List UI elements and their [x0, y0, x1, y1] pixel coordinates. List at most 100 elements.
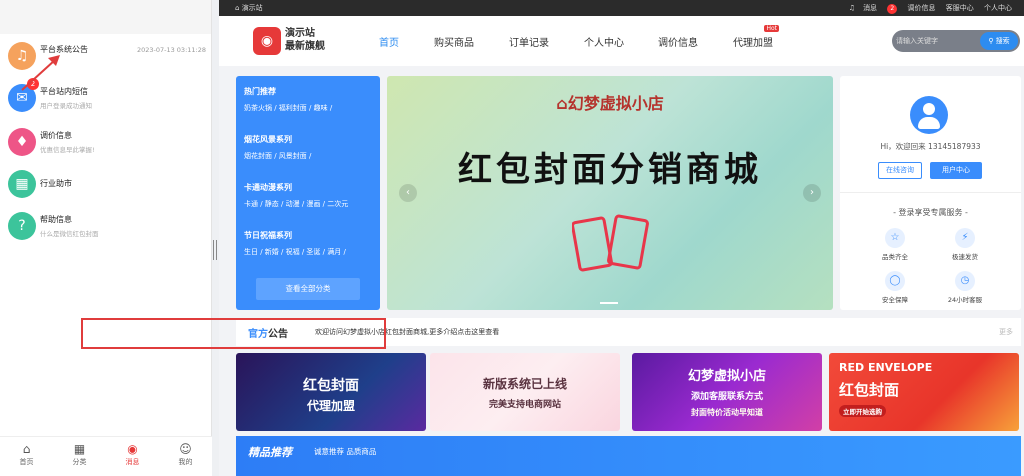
top-messages-link[interactable]: ♫ 消息 2 [841, 4, 898, 14]
search-button[interactable]: ⚲ 搜索 [980, 32, 1018, 50]
featured-subtitle: 诚意推荐 品质商品 [314, 447, 377, 456]
tab-category[interactable]: ▦ 分类 [53, 437, 106, 476]
message-title: 行业助市 [40, 179, 72, 188]
promo-line-1: 红包封面 [303, 378, 359, 394]
logo-line-2: 最新旗舰 [285, 41, 325, 52]
service-full-range[interactable]: ☆ 品类齐全 [865, 228, 925, 261]
search-button-label: 搜索 [995, 37, 1010, 45]
tab-mine[interactable]: ☺ 我的 [159, 437, 212, 476]
home-icon: ⌂ [235, 4, 240, 12]
service-security[interactable]: ◯ 安全保障 [865, 271, 925, 304]
promo-line-2: 红包封面 [839, 381, 900, 399]
tab-messages[interactable]: ◉ 消息 [106, 437, 159, 476]
panel-resize-handle[interactable] [213, 240, 217, 260]
promo-line-1: 新版系统已上线 [482, 377, 567, 391]
category-title: 卡通动漫系列 [244, 183, 292, 192]
nav-agent[interactable]: 代理加盟 Hot [733, 25, 779, 49]
category-group-hot[interactable]: 热门推荐 奶茶火锅 / 福利封面 / 趣味 / [244, 86, 332, 113]
search-icon: ⚲ [988, 37, 994, 45]
nav-buy[interactable]: 购买商品 [434, 34, 474, 49]
category-links[interactable]: 卡通 / 静态 / 动漫 / 漫画 / 二次元 [244, 199, 348, 209]
service-24h-support[interactable]: ◷ 24小时客服 [935, 271, 995, 304]
promo-customer-service[interactable]: 幻梦虚拟小店 添加客服联系方式 封面特价活动早知道 [632, 353, 822, 431]
all-categories-button[interactable]: 查看全部分类 [256, 278, 360, 300]
message-item-industry[interactable]: ▦ 行业助市 [0, 166, 212, 206]
bell-icon: ♫ [8, 42, 36, 70]
service-label: 24小时客服 [947, 296, 983, 304]
banner-prev-arrow[interactable]: ‹ [399, 184, 417, 202]
help-icon: ? [8, 212, 36, 240]
message-item-price-info[interactable]: ♦ 调价信息 优惠信息早此掌握! [0, 124, 212, 164]
red-envelope-illustration-icon [572, 214, 649, 272]
message-title: 调价信息 [40, 131, 72, 140]
home-icon: ⌂ [22, 442, 31, 456]
category-title: 节日祝福系列 [244, 231, 292, 240]
bell-icon: ♫ [848, 4, 856, 12]
category-group-festival[interactable]: 节日祝福系列 生日 / 新婚 / 祝福 / 圣诞 / 满月 / [244, 230, 346, 257]
promo-agent-join[interactable]: 红包封面 代理加盟 [236, 353, 426, 431]
banner-next-arrow[interactable]: › [803, 184, 821, 202]
services-title: - 登录享受专属服务 - [893, 208, 968, 217]
promo-line-1: RED ENVELOPE [839, 361, 933, 374]
basket-icon: ☆ [885, 228, 905, 248]
mobile-status-area [0, 0, 211, 34]
logo-text[interactable]: 演示站 最新旗舰 [285, 27, 325, 53]
message-subtitle: 什么是微信红包封面 [40, 230, 99, 238]
announcement-more-link[interactable]: 更多 [999, 327, 1013, 337]
category-icon: ▦ [73, 442, 86, 456]
message-title: 平台系统公告 [40, 45, 88, 54]
nav-account[interactable]: 个人中心 [584, 34, 624, 49]
top-price-link[interactable]: 调价信息 [908, 4, 936, 12]
online-consult-button[interactable]: 在线咨询 [878, 162, 922, 179]
category-panel: 热门推荐 奶茶火锅 / 福利封面 / 趣味 / 烟花风景系列 烟花封面 / 风景… [236, 76, 380, 310]
banner-subtitle: ⌂幻梦虚拟小店 [387, 90, 833, 114]
banner-title: 红包封面分销商城 [458, 150, 762, 190]
nav-orders[interactable]: 订单记录 [509, 34, 549, 49]
logo-icon[interactable]: ◉ [253, 27, 281, 55]
message-item-platform-notice[interactable]: ♫ 平台系统公告 2023-07-13 03:11:28 [0, 38, 212, 78]
lightning-icon: ⚡ [955, 228, 975, 248]
category-links[interactable]: 生日 / 新婚 / 祝福 / 圣诞 / 满月 / [244, 247, 346, 257]
message-title: 平台站内短信 [40, 87, 88, 96]
top-service-link[interactable]: 客服中心 [946, 4, 974, 12]
banner-subtitle-text: 幻梦虚拟小店 [567, 94, 664, 113]
category-links[interactable]: 奶茶火锅 / 福利封面 / 趣味 / [244, 103, 332, 113]
tab-label: 首页 [19, 458, 34, 466]
top-home-link[interactable]: ⌂ 演示站 [235, 0, 263, 16]
message-item-site-sms[interactable]: ✉ 2 平台站内短信 用户登录成功通知 [0, 78, 212, 120]
nav-home[interactable]: 首页 [379, 34, 399, 49]
user-icon: ☺ [179, 442, 192, 456]
top-account-link[interactable]: 个人中心 [984, 4, 1012, 12]
hero-banner[interactable]: ⌂幻梦虚拟小店 红包封面分销商城 ‹ › [387, 76, 833, 310]
promo-new-system[interactable]: 新版系统已上线 完美支持电商网站 [430, 353, 620, 431]
tab-home[interactable]: ⌂ 首页 [0, 437, 53, 476]
avatar[interactable] [910, 96, 948, 134]
site-name: 演示站 [241, 4, 263, 12]
service-label: 安全保障 [882, 296, 908, 304]
welcome-text: Hi，欢迎回来 13145187933 [880, 142, 981, 151]
category-title: 热门推荐 [244, 87, 276, 96]
banner-pagination-dot[interactable] [600, 302, 618, 304]
shop-logo-icon: ⌂ [556, 94, 568, 113]
service-label: 品类齐全 [882, 253, 908, 261]
nav-price-info[interactable]: 调价信息 [658, 34, 698, 49]
service-fast-delivery[interactable]: ⚡ 极速发货 [935, 228, 995, 261]
featured-title: 精品推荐 [248, 446, 292, 459]
highlight-box [81, 318, 386, 349]
category-group-fireworks[interactable]: 烟花风景系列 烟花封面 / 风景封面 / [244, 134, 311, 161]
category-group-cartoon[interactable]: 卡通动漫系列 卡通 / 静态 / 动漫 / 漫画 / 二次元 [244, 182, 348, 209]
user-center-button[interactable]: 用户中心 [930, 162, 982, 179]
search-box: ⚲ 搜索 [892, 30, 1020, 52]
price-tag-icon: ♦ [8, 128, 36, 156]
logo-line-1: 演示站 [285, 28, 315, 39]
category-links[interactable]: 烟花封面 / 风景封面 / [244, 151, 311, 161]
search-input[interactable] [896, 33, 974, 49]
divider [840, 192, 1021, 193]
promo-line-3: 封面特价活动早知道 [691, 408, 763, 417]
promo-line-2: 完美支持电商网站 [488, 400, 561, 410]
featured-section-header: 精品推荐 诚意推荐 品质商品 [236, 436, 1021, 476]
message-item-help[interactable]: ? 帮助信息 什么是微信红包封面 [0, 208, 212, 248]
clock-24-icon: ◷ [955, 271, 975, 291]
bottom-tabbar: ⌂ 首页 ▦ 分类 ◉ 消息 ☺ 我的 [0, 436, 212, 476]
promo-red-envelope[interactable]: RED ENVELOPE 红包封面 立即开始选购 [829, 353, 1019, 431]
